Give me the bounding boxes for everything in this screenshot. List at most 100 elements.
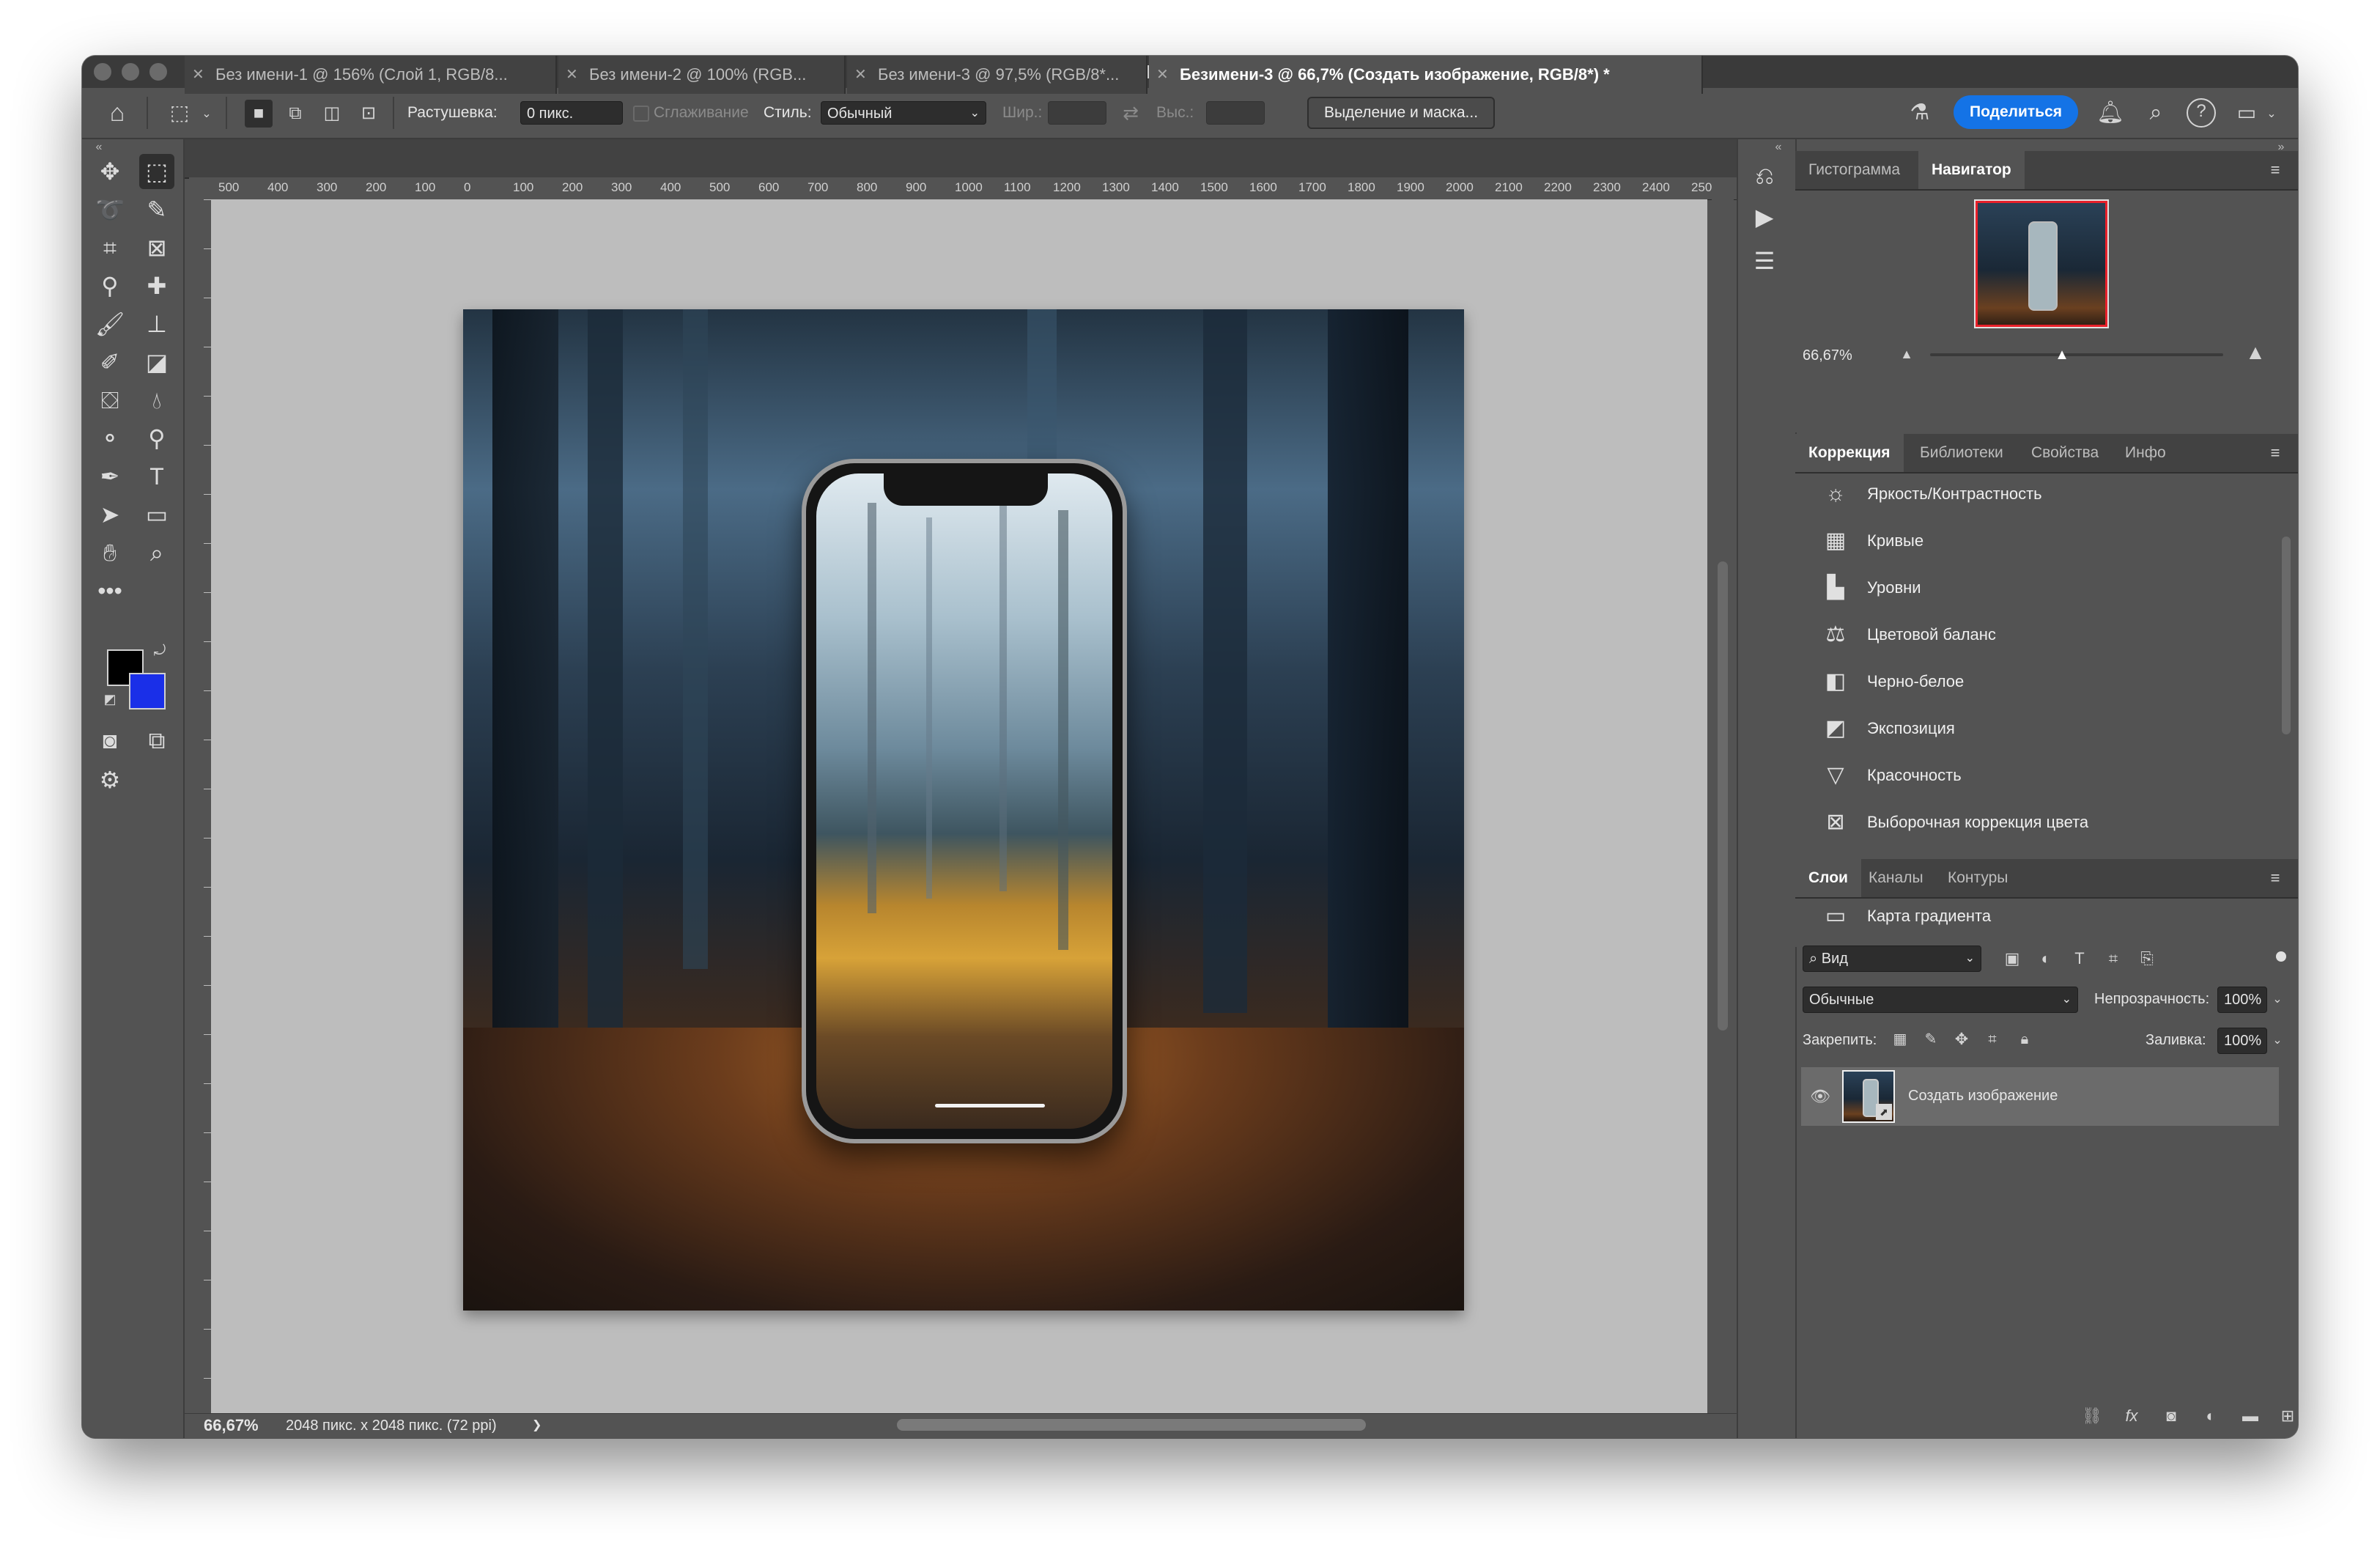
chevron-down-icon[interactable]: ⌄ [2270,987,2285,1013]
lock-transparency-icon[interactable]: ▦ [1889,1028,1911,1051]
adjustment-levels[interactable]: ▙ Уровни [1795,564,2279,611]
more-tools-icon[interactable]: ••• [92,573,128,608]
history-brush-tool-icon[interactable]: ✐ [92,344,128,380]
navigator-zoom-value[interactable]: 66,67% [1803,347,1852,364]
zoom-slider-track[interactable] [1930,353,2223,356]
paint-bucket-tool-icon[interactable]: ⛋ [92,383,128,418]
antialias-checkbox[interactable] [633,106,649,122]
height-input[interactable] [1206,101,1265,125]
new-selection-icon[interactable]: ■ [245,100,273,128]
close-icon[interactable]: ✕ [192,56,204,94]
lock-artboard-icon[interactable]: ⌗ [1981,1028,2003,1051]
screen-mode-icon[interactable]: ⧉ [139,723,174,758]
collapse-panel-icon[interactable]: « [88,141,110,154]
quick-selection-tool-icon[interactable]: ✎ [139,192,174,227]
panel-menu-icon[interactable]: ≡ [2264,443,2286,463]
blend-mode-select[interactable]: Обычные ⌄ [1803,987,2078,1013]
expand-dock-icon[interactable]: « [1767,141,1789,154]
fill-input[interactable]: 100% [2217,1028,2267,1054]
link-layers-icon[interactable]: ⛓ [2080,1403,2104,1429]
swap-icon[interactable]: ⇄ [1118,98,1143,128]
adjustment-vibrance[interactable]: ▽ Красочность [1795,752,2279,799]
zoom-level[interactable]: 66,67% [204,1416,259,1435]
subtract-selection-icon[interactable]: ◫ [318,100,346,128]
tab-document-1[interactable]: ✕ Без имени-1 @ 156% (Слой 1, RGB/8... [185,56,557,94]
filter-toggle-icon[interactable] [2276,951,2286,962]
chevron-down-icon[interactable]: ⌄ [2270,1028,2285,1054]
eye-icon[interactable]: 👁︎ [1807,1083,1833,1110]
new-layer-icon[interactable]: ⊞ [2277,1403,2298,1429]
adjustments-scroll-thumb[interactable] [2282,537,2291,734]
adjustment-black-white[interactable]: ◧ Черно-белое [1795,658,2279,705]
layer-filter-select[interactable]: ⌕ Вид ⌄ [1803,946,1981,972]
brush-tool-icon[interactable]: 🖌︎ [92,306,128,342]
search-icon[interactable]: ⌕ [2141,97,2170,129]
tab-channels[interactable]: Каналы [1855,859,1937,897]
eyedropper-tool-icon[interactable]: ⚲ [92,268,128,303]
vertical-scroll-thumb[interactable] [1718,561,1728,1031]
chevron-down-icon[interactable]: ⌄ [2264,100,2279,129]
tab-document-2[interactable]: ✕ Без имени-2 @ 100% (RGB... [558,56,846,94]
tab-paths[interactable]: Контуры [1934,859,2021,897]
new-group-icon[interactable]: ▬ [2238,1403,2263,1429]
filter-shape-icon[interactable]: ⌗ [2102,946,2125,972]
filter-pixel-icon[interactable]: ▣ [2000,946,2024,972]
blur-tool-icon[interactable]: 💧︎ [139,383,174,418]
bell-icon[interactable]: 🔔︎ [2096,97,2125,129]
path-selection-tool-icon[interactable]: ➤ [92,497,128,532]
comments-panel-icon[interactable]: ☰ [1747,243,1782,279]
healing-brush-tool-icon[interactable]: ✚ [139,268,174,303]
burn-tool-icon[interactable]: ⚲ [139,421,174,456]
eraser-tool-icon[interactable]: ◪ [139,344,174,380]
panel-menu-icon[interactable]: ≡ [2264,868,2286,888]
adjustment-curves[interactable]: ▦ Кривые [1795,517,2279,564]
zoom-tool-icon[interactable]: ⌕ [139,535,174,570]
workspace-icon[interactable]: ▭ [2232,98,2261,128]
hand-tool-icon[interactable]: ✋︎ [92,535,128,570]
adjustment-selective-color[interactable]: ⊠ Выборочная коррекция цвета [1795,799,2279,846]
status-menu-arrow[interactable]: ❯ [532,1418,542,1432]
zoom-out-icon[interactable]: ▲ [1898,343,1915,365]
home-icon[interactable]: ⌂ [103,98,132,128]
lock-all-icon[interactable]: 🔒︎ [2014,1028,2036,1051]
adjustment-brightness-contrast[interactable]: ☼ Яркость/Контрастность [1795,471,2279,517]
tab-libraries[interactable]: Библиотеки [1907,434,2017,472]
adjustment-exposure[interactable]: ◩ Экспозиция [1795,705,2279,752]
close-icon[interactable]: ✕ [854,56,867,94]
style-select[interactable]: Обычный ⌄ [821,101,986,125]
feather-input[interactable]: 0 пикс. [520,101,623,125]
frame-tool-icon[interactable]: ⊠ [139,230,174,265]
panel-menu-icon[interactable]: ≡ [2264,160,2286,180]
tab-navigator[interactable]: Навигатор [1918,151,2025,189]
share-button[interactable]: Поделиться [1954,95,2078,129]
flask-icon[interactable]: ⚗ [1905,97,1934,129]
lock-pixels-icon[interactable]: ✎ [1920,1028,1942,1051]
zoom-slider-handle[interactable]: ▲ [2053,346,2071,364]
select-and-mask-button[interactable]: Выделение и маска... [1307,97,1495,129]
tab-properties[interactable]: Свойства [2018,434,2112,472]
navigator-thumbnail[interactable] [1974,199,2109,328]
artwork-image[interactable] [463,309,1464,1311]
history-panel-icon[interactable]: ⎌ [1747,158,1782,194]
swap-colors-icon[interactable]: ⤾ [151,642,169,660]
close-icon[interactable]: ✕ [1156,56,1169,94]
adjustment-color-balance[interactable]: ⚖ Цветовой баланс [1795,611,2279,658]
width-input[interactable] [1048,101,1106,125]
background-color-swatch[interactable] [129,673,166,710]
add-mask-icon[interactable]: ◙ [2159,1403,2184,1429]
pen-tool-icon[interactable]: ✒ [92,459,128,494]
new-adjustment-icon[interactable]: ◐ [2198,1403,2223,1429]
type-tool-icon[interactable]: T [139,459,174,494]
opacity-input[interactable]: 100% [2217,987,2267,1013]
layer-style-icon[interactable]: fx [2119,1403,2144,1429]
layer-name[interactable]: Создать изображение [1908,1088,2058,1105]
horizontal-scroll-thumb[interactable] [897,1419,1366,1431]
close-icon[interactable]: ✕ [566,56,578,94]
add-to-selection-icon[interactable]: ⧉ [281,100,309,128]
layer-row[interactable]: 👁︎ ⬈ Создать изображение [1801,1067,2279,1126]
lasso-tool-icon[interactable]: ➰ [92,192,128,227]
filter-adjustment-icon[interactable]: ◐ [2034,946,2058,972]
rectangular-marquee-tool-icon[interactable]: ⬚ [139,154,174,189]
zoom-in-icon[interactable]: ▲ [2241,340,2270,365]
clone-stamp-tool-icon[interactable]: ⊥ [139,306,174,342]
